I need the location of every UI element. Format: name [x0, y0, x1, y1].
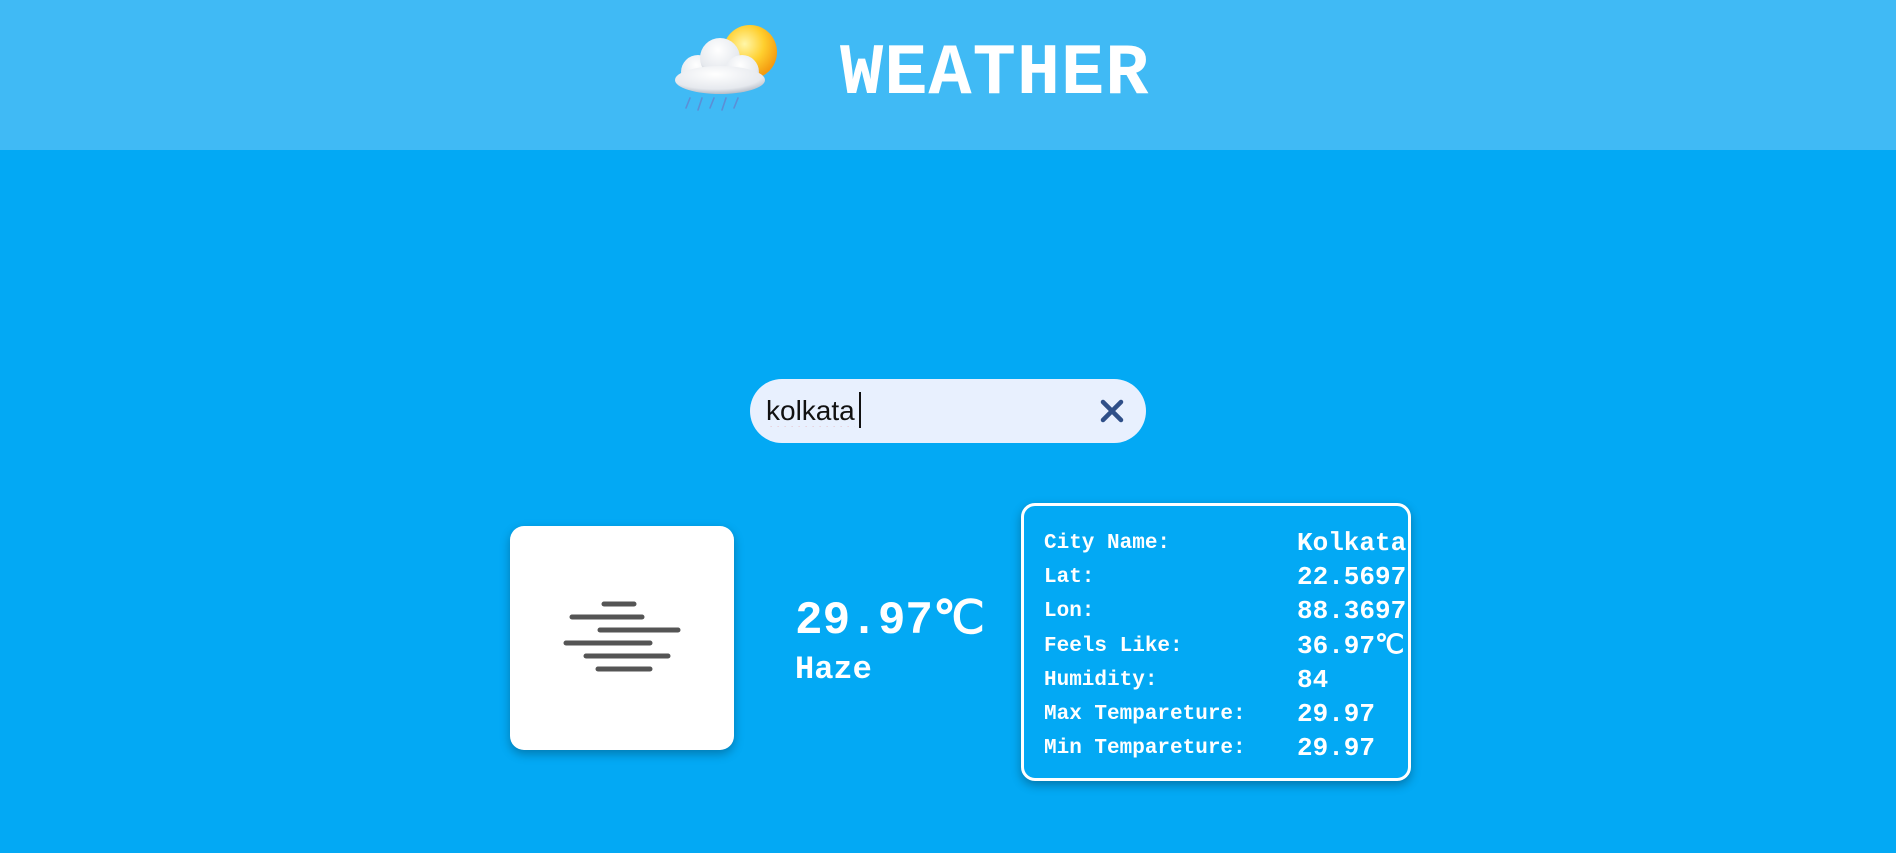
detail-label: Lat: — [1044, 566, 1095, 589]
detail-value: 84 — [1297, 665, 1329, 695]
detail-label: Min Tempareture: — [1044, 737, 1246, 760]
detail-value: 29.97 — [1297, 699, 1376, 729]
detail-label: Max Tempareture: — [1044, 703, 1246, 726]
detail-value: 29.97 — [1297, 733, 1376, 763]
close-icon[interactable] — [1098, 397, 1126, 425]
search-box[interactable] — [750, 379, 1146, 443]
detail-value: 22.5697 — [1297, 562, 1407, 592]
detail-label: Humidity: — [1044, 669, 1158, 692]
detail-value: Kolkata — [1297, 528, 1407, 558]
detail-row-lon: Lon: 88.3697 — [1044, 592, 1407, 626]
detail-row-max-temp: Max Tempareture: 29.97 — [1044, 695, 1404, 729]
weather-details-card: City Name: Kolkata Lat: 22.5697 Lon: 88.… — [1021, 503, 1411, 781]
haze-icon — [563, 601, 681, 672]
weather-icon-card — [510, 526, 734, 750]
detail-row-city: City Name: Kolkata — [1044, 524, 1407, 558]
detail-label: Lon: — [1044, 600, 1095, 623]
text-caret — [859, 392, 861, 428]
detail-value: 88.3697 — [1297, 596, 1407, 626]
detail-value: 36.97℃ — [1297, 631, 1405, 661]
detail-label: Feels Like: — [1044, 635, 1183, 658]
app-title: WEATHER — [840, 33, 1150, 115]
weather-condition: Haze — [795, 651, 872, 688]
detail-label: City Name: — [1044, 532, 1171, 555]
detail-row-min-temp: Min Tempareture: 29.97 — [1044, 729, 1404, 763]
detail-row-feels-like: Feels Like: 36.97℃ — [1044, 627, 1404, 661]
detail-row-humidity: Humidity: 84 — [1044, 661, 1404, 695]
app-header: WEATHER — [0, 0, 1896, 150]
cloud-sun-rain-icon — [675, 25, 777, 111]
detail-row-lat: Lat: 22.5697 — [1044, 558, 1407, 592]
search-input[interactable] — [766, 379, 1066, 443]
current-temperature: 29.97℃ — [795, 595, 985, 647]
